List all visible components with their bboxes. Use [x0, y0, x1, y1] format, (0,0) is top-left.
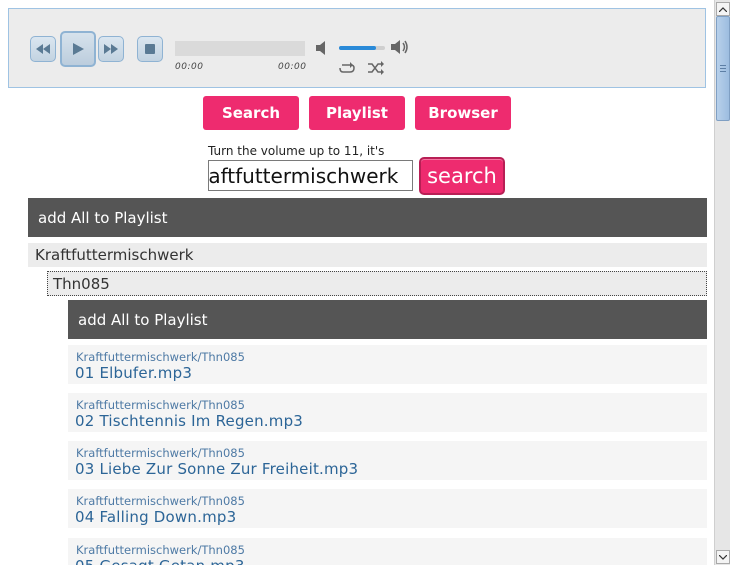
- search-submit-button[interactable]: search: [419, 157, 505, 195]
- stop-icon: [145, 44, 155, 54]
- volume-slider[interactable]: [339, 46, 385, 50]
- track-item[interactable]: Kraftfuttermischwerk/Thn085 05 Gesagt Ge…: [68, 538, 707, 565]
- vertical-scrollbar[interactable]: [714, 0, 730, 565]
- album-add-all-button[interactable]: add All to Playlist: [68, 300, 707, 339]
- stop-button[interactable]: [137, 36, 163, 62]
- track-item[interactable]: Kraftfuttermischwerk/Thn085 04 Falling D…: [68, 489, 707, 528]
- duration-time: 00:00: [278, 62, 307, 72]
- app-viewport: 00:00 00:00 Search Playlist Browser Turn…: [0, 0, 714, 565]
- volume-mute-icon[interactable]: [315, 41, 329, 55]
- audio-player: 00:00 00:00: [8, 8, 706, 88]
- volume-high-icon[interactable]: [390, 39, 410, 55]
- search-tab-button[interactable]: Search: [203, 96, 299, 130]
- play-icon: [73, 43, 84, 55]
- track-item[interactable]: Kraftfuttermischwerk/Thn085 03 Liebe Zur…: [68, 441, 707, 480]
- track-path: Kraftfuttermischwerk/Thn085: [76, 543, 245, 557]
- repeat-icon[interactable]: [338, 61, 356, 75]
- track-item[interactable]: Kraftfuttermischwerk/Thn085 01 Elbufer.m…: [68, 345, 707, 384]
- seek-bar[interactable]: [175, 41, 305, 56]
- track-path: Kraftfuttermischwerk/Thn085: [76, 494, 245, 508]
- track-name: 03 Liebe Zur Sonne Zur Freiheit.mp3: [75, 460, 359, 478]
- play-button[interactable]: [60, 31, 96, 67]
- track-name: 05 Gesagt Getan.mp3: [75, 557, 245, 565]
- browser-tab-button[interactable]: Browser: [415, 96, 511, 130]
- track-path: Kraftfuttermischwerk/Thn085: [76, 398, 245, 412]
- scroll-down-button[interactable]: [716, 550, 730, 564]
- grip-icon: [720, 65, 726, 72]
- artist-item[interactable]: Kraftfuttermischwerk: [28, 243, 707, 267]
- album-item[interactable]: Thn085: [47, 271, 707, 296]
- playlist-tab-button[interactable]: Playlist: [309, 96, 405, 130]
- volume-level-fill: [339, 46, 376, 50]
- previous-icon: [36, 44, 50, 54]
- search-input[interactable]: [208, 160, 413, 191]
- chevron-up-icon: [719, 6, 727, 12]
- track-name: 01 Elbufer.mp3: [75, 364, 193, 382]
- search-prompt: Turn the volume up to 11, it's: [208, 144, 385, 158]
- shuffle-icon[interactable]: [367, 61, 385, 75]
- track-path: Kraftfuttermischwerk/Thn085: [76, 446, 245, 460]
- track-name: 02 Tischtennis Im Regen.mp3: [75, 412, 304, 430]
- next-button[interactable]: [98, 36, 124, 62]
- add-all-to-playlist-button[interactable]: add All to Playlist: [28, 198, 707, 237]
- scroll-up-button[interactable]: [716, 2, 730, 16]
- track-name: 04 Falling Down.mp3: [75, 508, 237, 526]
- next-icon: [104, 44, 118, 54]
- previous-button[interactable]: [30, 36, 56, 62]
- track-path: Kraftfuttermischwerk/Thn085: [76, 350, 245, 364]
- current-time: 00:00: [175, 62, 204, 72]
- chevron-down-icon: [719, 554, 727, 560]
- scroll-thumb[interactable]: [716, 16, 730, 121]
- track-item[interactable]: Kraftfuttermischwerk/Thn085 02 Tischtenn…: [68, 393, 707, 432]
